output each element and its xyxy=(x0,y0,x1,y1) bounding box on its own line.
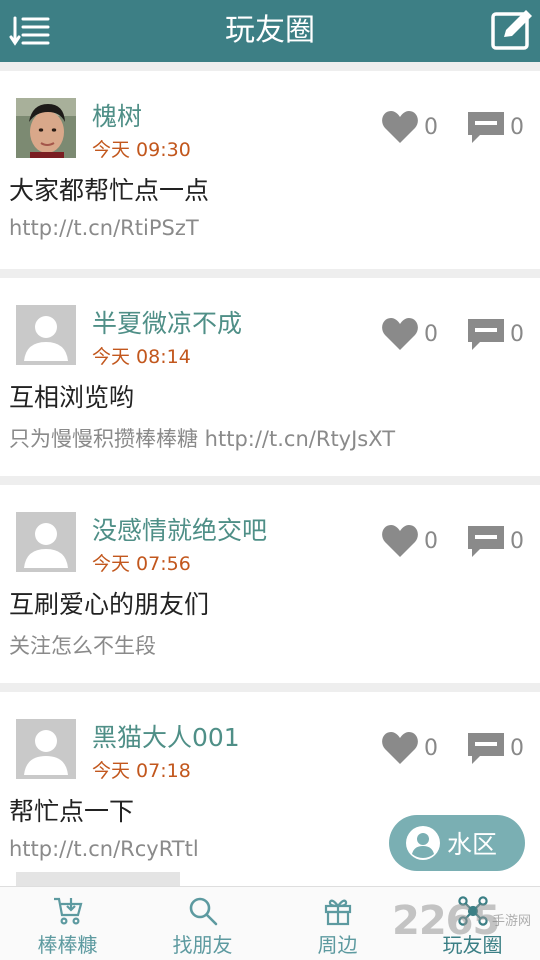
avatar-photo xyxy=(16,98,76,158)
post-time: 今天 08:14 xyxy=(92,346,191,368)
water-zone-button[interactable]: 水区 xyxy=(389,815,525,871)
default-avatar-icon xyxy=(16,512,76,572)
nav-label: 棒棒糠 xyxy=(37,933,98,957)
post-username[interactable]: 没感情就绝交吧 xyxy=(92,511,267,547)
post-time: 今天 07:56 xyxy=(92,553,191,575)
post-actions: 0 0 xyxy=(380,109,524,145)
avatar[interactable] xyxy=(16,98,76,158)
post-content: 帮忙点一下 xyxy=(9,797,135,826)
comment-count: 0 xyxy=(510,321,524,347)
water-zone-label: 水区 xyxy=(447,830,498,859)
cart-icon xyxy=(53,897,82,925)
post-text[interactable]: 关注怎么不生段 xyxy=(9,630,156,660)
divider xyxy=(0,476,540,485)
post-actions: 0 0 xyxy=(380,523,524,559)
divider xyxy=(0,269,540,278)
watermark: 2265 xyxy=(392,898,500,944)
like-button[interactable]: 0 xyxy=(380,109,438,145)
comment-icon xyxy=(468,112,504,143)
post-link[interactable]: http://t.cn/RcyRTtl xyxy=(9,837,199,861)
post-content: 互相浏览哟 xyxy=(9,383,135,412)
post-time: 今天 09:30 xyxy=(92,139,191,161)
comment-count: 0 xyxy=(510,114,524,140)
post-content: 大家都帮忙点一点 xyxy=(9,176,210,205)
comment-count: 0 xyxy=(510,528,524,554)
heart-icon xyxy=(382,732,418,764)
like-button[interactable]: 0 xyxy=(380,523,438,559)
like-count: 0 xyxy=(424,735,438,761)
comment-icon xyxy=(468,319,504,350)
like-button[interactable]: 0 xyxy=(380,730,438,766)
default-avatar-icon xyxy=(16,305,76,365)
post-actions: 0 0 xyxy=(380,316,524,352)
watermark-sub: 手游网 xyxy=(492,914,532,929)
nav-item-find-friends[interactable]: 找朋友 xyxy=(135,887,270,960)
nav-item-nearby[interactable]: 周边 xyxy=(270,887,405,960)
gift-icon xyxy=(324,899,351,926)
comment-icon xyxy=(468,733,504,764)
post-time: 今天 07:18 xyxy=(92,760,191,782)
search-icon xyxy=(189,897,217,926)
user-icon xyxy=(406,826,440,860)
comment-button[interactable]: 0 xyxy=(438,109,524,145)
heart-icon xyxy=(382,525,418,557)
post-content: 互刷爱心的朋友们 xyxy=(9,590,210,619)
nav-item-lollipop[interactable]: 棒棒糠 xyxy=(0,887,135,960)
avatar[interactable] xyxy=(16,512,76,572)
post-card[interactable]: 没感情就绝交吧 今天 07:56 0 0 互刷爱心的朋友们 关注怎么不生段 xyxy=(0,485,540,683)
heart-icon xyxy=(382,318,418,350)
post-link[interactable]: http://t.cn/RtiPSzT xyxy=(9,216,199,240)
comment-count: 0 xyxy=(510,735,524,761)
comment-button[interactable]: 0 xyxy=(438,316,524,352)
app-screen: 玩友圈 槐树 今天 09:30 0 0 大家都帮忙点一点 http://t.cn… xyxy=(0,0,540,960)
comment-button[interactable]: 0 xyxy=(438,730,524,766)
header-bar: 玩友圈 xyxy=(0,0,540,62)
edit-button[interactable] xyxy=(490,8,534,52)
like-count: 0 xyxy=(424,114,438,140)
post-actions: 0 0 xyxy=(380,730,524,766)
post-username[interactable]: 黑猫大人001 xyxy=(92,718,240,754)
edit-compose-icon xyxy=(491,10,532,50)
like-count: 0 xyxy=(424,528,438,554)
avatar[interactable] xyxy=(16,305,76,365)
nav-label: 找朋友 xyxy=(172,933,233,957)
post-image-thumbnail[interactable] xyxy=(16,872,180,886)
post-card[interactable]: 半夏微凉不成 今天 08:14 0 0 互相浏览哟 只为慢慢积攒棒棒糖 http… xyxy=(0,278,540,476)
post-text[interactable]: 只为慢慢积攒棒棒糖 http://t.cn/RtyJsXT xyxy=(9,423,395,453)
comment-icon xyxy=(468,526,504,557)
default-avatar-icon xyxy=(16,719,76,779)
post-username[interactable]: 半夏微凉不成 xyxy=(92,304,242,340)
comment-button[interactable]: 0 xyxy=(438,523,524,559)
avatar[interactable] xyxy=(16,719,76,779)
post-username[interactable]: 槐树 xyxy=(92,97,142,133)
nav-label: 周边 xyxy=(317,933,358,957)
page-title: 玩友圈 xyxy=(225,13,315,48)
like-count: 0 xyxy=(424,321,438,347)
like-button[interactable]: 0 xyxy=(380,316,438,352)
post-card[interactable]: 槐树 今天 09:30 0 0 大家都帮忙点一点 http://t.cn/Rti… xyxy=(0,71,540,269)
heart-icon xyxy=(382,111,418,143)
divider xyxy=(0,62,540,71)
divider xyxy=(0,683,540,692)
feed-list: 槐树 今天 09:30 0 0 大家都帮忙点一点 http://t.cn/Rti… xyxy=(0,62,540,890)
